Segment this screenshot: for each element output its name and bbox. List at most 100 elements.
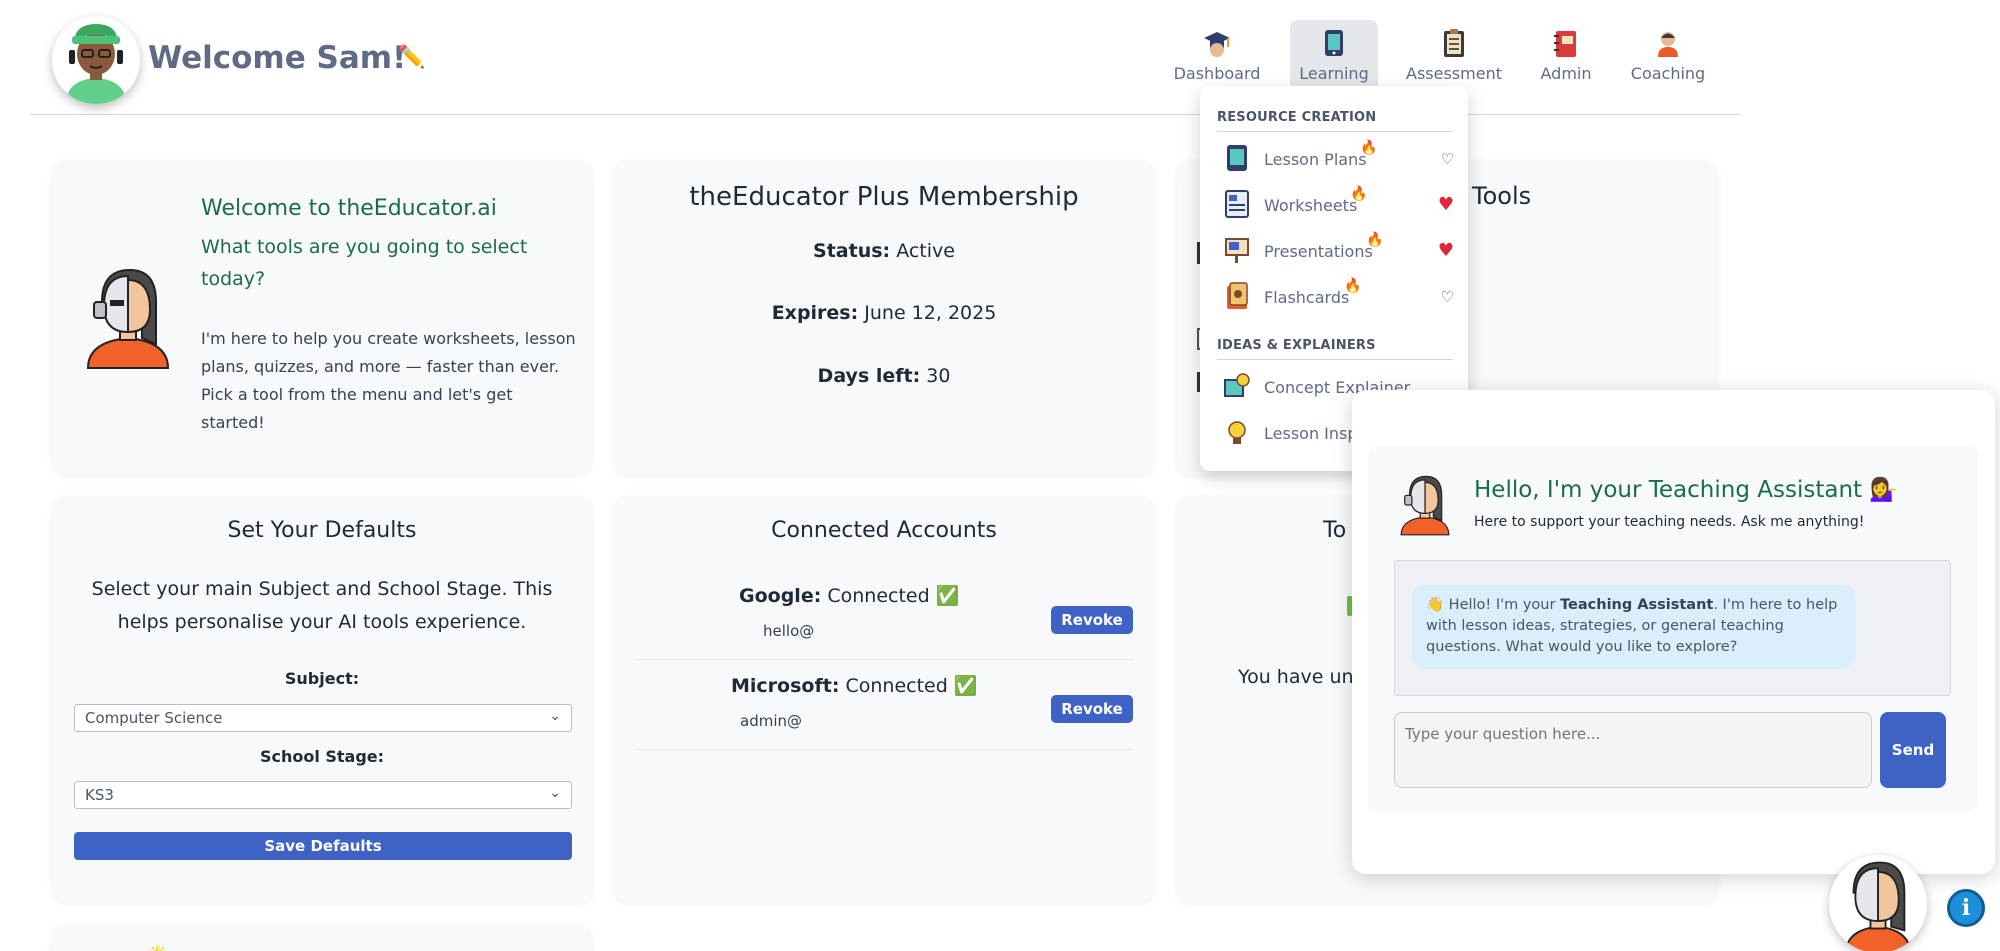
lesson-inspiration-label: Lesson Inspi bbox=[1264, 424, 1362, 443]
expires-label: Expires: bbox=[771, 302, 859, 324]
nav-learning[interactable]: Learning bbox=[1290, 20, 1378, 90]
bottom-card: 🌟 bbox=[52, 924, 592, 951]
google-status: Google: Connected ✅ bbox=[739, 584, 959, 607]
worksheet-icon bbox=[1225, 190, 1249, 218]
divider bbox=[636, 659, 1133, 660]
teaching-assistant-panel: Hello, I'm your Teaching Assistant 💁‍♀️ … bbox=[1352, 390, 1995, 874]
days-left-label: Days left: bbox=[817, 365, 921, 387]
expires-value: June 12, 2025 bbox=[864, 302, 997, 324]
fire-icon: 🔥 bbox=[1366, 232, 1384, 248]
revoke-microsoft-button[interactable]: Revoke bbox=[1051, 695, 1133, 723]
menu-item-lesson-plans[interactable]: Lesson Plans 🔥 ♡ bbox=[1224, 140, 1454, 176]
welcome-heading: Welcome Sam! bbox=[148, 40, 407, 76]
days-left-value: 30 bbox=[926, 365, 951, 387]
microsoft-provider-label: Microsoft: bbox=[731, 675, 840, 697]
chevron-down-icon: ⌄ bbox=[549, 708, 561, 724]
google-email: hello@ bbox=[763, 622, 815, 640]
fire-icon: 🔥 bbox=[1360, 140, 1378, 156]
microsoft-status: Microsoft: Connected ✅ bbox=[731, 674, 977, 697]
assistant-message: 👋 Hello! I'm your Teaching Assistant. I'… bbox=[1412, 585, 1855, 669]
status-value: Active bbox=[896, 240, 955, 262]
chevron-down-icon: ⌄ bbox=[549, 785, 561, 801]
robot-teacher-icon bbox=[86, 268, 170, 369]
tokens-card-title: To bbox=[1323, 518, 1347, 543]
presentations-label: Presentations bbox=[1264, 242, 1373, 261]
membership-expires: Expires: June 12, 2025 bbox=[614, 302, 1154, 324]
nav-coaching-label: Coaching bbox=[1630, 64, 1706, 83]
avatar-icon bbox=[52, 16, 140, 104]
menu-item-presentations[interactable]: Presentations 🔥 ♥ bbox=[1224, 232, 1454, 268]
school-stage-select[interactable]: KS3 ⌄ bbox=[74, 781, 572, 809]
accounts-title: Connected Accounts bbox=[771, 518, 997, 543]
nav-learning-label: Learning bbox=[1299, 64, 1369, 83]
presentation-icon bbox=[1225, 238, 1249, 263]
microsoft-status-value: Connected ✅ bbox=[845, 675, 978, 697]
favorite-empty-heart-icon[interactable]: ♡ bbox=[1441, 288, 1454, 306]
nav-coaching[interactable]: Coaching bbox=[1628, 20, 1708, 90]
lightbulb-board-icon bbox=[1224, 373, 1250, 397]
graduation-cap-icon bbox=[1204, 32, 1230, 57]
membership-status: Status: Active bbox=[614, 240, 1154, 262]
info-icon[interactable]: i bbox=[1947, 889, 1985, 927]
defaults-title: Set Your Defaults bbox=[227, 518, 417, 543]
question-input[interactable] bbox=[1394, 712, 1872, 788]
flashcards-icon bbox=[1227, 282, 1248, 309]
assistant-subtitle: Here to support your teaching needs. Ask… bbox=[1474, 514, 1865, 530]
connected-accounts-card: Connected Accounts Google: Connected ✅ h… bbox=[614, 496, 1154, 902]
nav-assessment[interactable]: Assessment bbox=[1404, 20, 1504, 90]
assistant-launcher-button[interactable] bbox=[1829, 855, 1927, 951]
google-status-value: Connected ✅ bbox=[827, 585, 960, 607]
save-defaults-button[interactable]: Save Defaults bbox=[74, 832, 572, 860]
assistant-avatar-icon bbox=[1400, 475, 1450, 536]
section-ideas-explainers: IDEAS & EXPLAINERS bbox=[1217, 338, 1376, 353]
tablet-icon bbox=[1227, 145, 1247, 171]
tokens-card-text: You have unl bbox=[1238, 666, 1359, 688]
nav-admin-label: Admin bbox=[1540, 64, 1592, 83]
status-label: Status: bbox=[813, 240, 891, 262]
google-provider-label: Google: bbox=[739, 585, 822, 607]
school-stage-label: School Stage: bbox=[259, 747, 385, 766]
message-intro: 👋 Hello! I'm your bbox=[1426, 597, 1561, 613]
flashcards-label: Flashcards bbox=[1264, 288, 1350, 307]
membership-card: theEducator Plus Membership Status: Acti… bbox=[614, 160, 1154, 474]
nav-dashboard-label: Dashboard bbox=[1173, 64, 1261, 83]
tablet-icon bbox=[1325, 30, 1343, 56]
bottom-card-icon: 🌟 bbox=[148, 944, 168, 951]
lesson-plans-label: Lesson Plans bbox=[1264, 150, 1367, 169]
menu-item-flashcards[interactable]: Flashcards 🔥 ♡ bbox=[1224, 278, 1454, 314]
favorite-empty-heart-icon[interactable]: ♡ bbox=[1441, 150, 1454, 168]
favorite-filled-heart-icon[interactable]: ♥ bbox=[1438, 240, 1454, 261]
nav-admin[interactable]: Admin bbox=[1540, 20, 1592, 90]
subject-label: Subject: bbox=[284, 669, 360, 688]
assistant-inner: Hello, I'm your Teaching Assistant 💁‍♀️ … bbox=[1368, 446, 1978, 812]
revoke-google-button[interactable]: Revoke bbox=[1051, 606, 1133, 634]
favorite-filled-heart-icon[interactable]: ♥ bbox=[1438, 194, 1454, 215]
welcome-card: Welcome to theEducator.ai What tools are… bbox=[52, 160, 592, 474]
welcome-card-body: I'm here to help you create worksheets, … bbox=[201, 329, 576, 432]
section-resource-creation: RESOURCE CREATION bbox=[1217, 110, 1377, 125]
binder-icon bbox=[1554, 31, 1576, 57]
nav-dashboard[interactable]: Dashboard bbox=[1170, 20, 1264, 90]
fire-icon: 🔥 bbox=[1350, 186, 1368, 202]
tools-card-title: Tools bbox=[1472, 182, 1532, 210]
user-avatar[interactable] bbox=[52, 16, 140, 104]
edit-name-icon[interactable]: ✏️ bbox=[398, 45, 425, 70]
microsoft-email: admin@ bbox=[740, 712, 802, 730]
defaults-description: Select your main Subject and School Stag… bbox=[91, 578, 553, 633]
divider bbox=[636, 749, 1133, 750]
assistant-title: Hello, I'm your Teaching Assistant 💁‍♀️ bbox=[1474, 477, 1898, 503]
welcome-card-subtitle: What tools are you going to select today… bbox=[201, 236, 528, 290]
message-bold: Teaching Assistant bbox=[1560, 597, 1714, 613]
assistant-avatar-icon bbox=[1845, 861, 1911, 951]
menu-item-worksheets[interactable]: Worksheets 🔥 ♥ bbox=[1224, 186, 1454, 222]
chat-history: 👋 Hello! I'm your Teaching Assistant. I'… bbox=[1394, 560, 1951, 696]
send-button[interactable]: Send bbox=[1880, 712, 1946, 788]
fire-icon: 🔥 bbox=[1344, 278, 1362, 294]
subject-select-value: Computer Science bbox=[85, 709, 223, 727]
defaults-card: Set Your Defaults Select your main Subje… bbox=[52, 496, 592, 902]
divider bbox=[1217, 359, 1453, 360]
divider bbox=[1217, 131, 1453, 132]
clipboard-icon bbox=[1444, 29, 1464, 57]
subject-select[interactable]: Computer Science ⌄ bbox=[74, 704, 572, 732]
membership-days-left: Days left: 30 bbox=[614, 365, 1154, 387]
